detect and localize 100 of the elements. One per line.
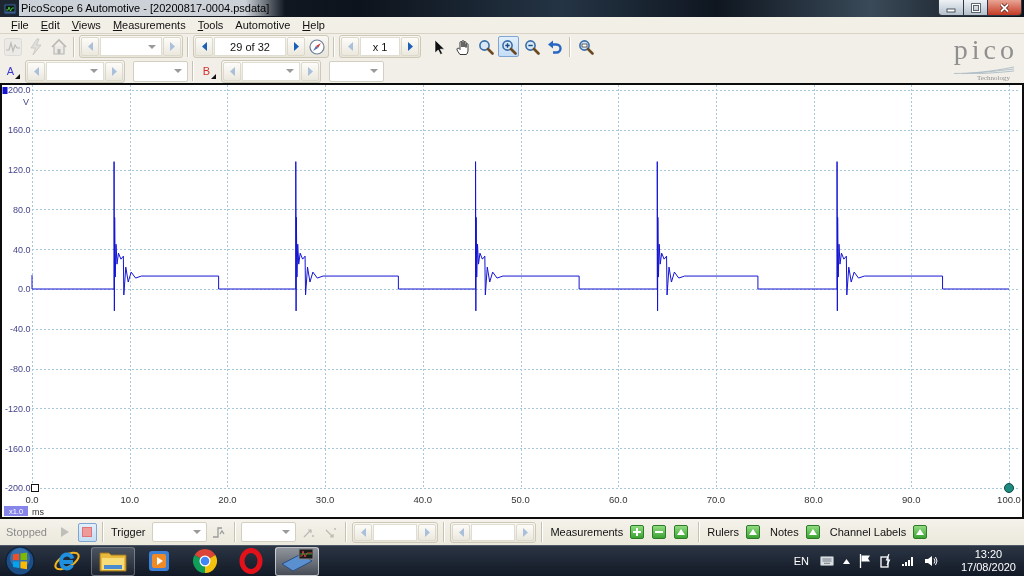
- corner-triangle-icon: [211, 73, 216, 79]
- zoom-in-button[interactable]: [498, 36, 519, 57]
- menu-item[interactable]: File: [5, 18, 35, 32]
- play-icon: [61, 527, 70, 537]
- corner-triangle-icon: [15, 73, 20, 79]
- menu-item[interactable]: Measurements: [106, 18, 192, 32]
- number-field[interactable]: [471, 523, 516, 541]
- caret-down-icon: [174, 69, 182, 73]
- magnifier-minus-icon: [523, 38, 540, 55]
- scope-device-icon: [279, 548, 315, 574]
- buffer-field[interactable]: 29 of 32: [214, 37, 286, 56]
- square-handle-icon[interactable]: [31, 484, 39, 492]
- ring-logo-icon: [239, 548, 263, 574]
- measurements-label: Measurements: [550, 526, 624, 538]
- x-axis-label: 0.0: [25, 494, 39, 505]
- signal-bars-icon: [900, 556, 915, 566]
- x-axis-label: 20.0: [218, 494, 237, 505]
- panel-toggle-button[interactable]: [913, 525, 928, 539]
- clock-time[interactable]: 13:20: [974, 548, 1003, 561]
- minimize-button[interactable]: [938, 0, 964, 16]
- panel-toggle-button[interactable]: [746, 525, 760, 539]
- x-axis-label: 80.0: [804, 494, 823, 505]
- up-triangle-icon: [842, 558, 850, 564]
- x-axis-unit: ms: [32, 507, 44, 517]
- x-axis-label: 70.0: [706, 494, 726, 505]
- panel-toggle-button[interactable]: [805, 525, 820, 539]
- home-icon: [49, 37, 68, 56]
- right-triangle-icon: [111, 66, 117, 76]
- right-triangle-icon: [407, 42, 413, 51]
- waveform-icon: [3, 37, 22, 56]
- panel-label: Notes: [770, 526, 799, 538]
- close-icon: [999, 2, 1010, 13]
- play-tile-icon: [148, 550, 170, 572]
- menu-item[interactable]: Tools: [191, 18, 230, 32]
- add-measurement-button[interactable]: [630, 525, 645, 539]
- menu-item[interactable]: Views: [65, 18, 107, 32]
- navigator-button[interactable]: [306, 36, 327, 57]
- stop-button[interactable]: [78, 522, 97, 542]
- circle-handle-icon[interactable]: [1004, 483, 1014, 493]
- right-triangle-icon: [522, 527, 528, 537]
- square-marker-icon[interactable]: [2, 87, 8, 94]
- y-axis-label: -80.0: [10, 363, 31, 374]
- y-axis-label: -120.0: [4, 403, 31, 414]
- up-triangle-icon: [749, 529, 757, 535]
- maximize-button[interactable]: [964, 0, 988, 16]
- x-axis-label: 40.0: [413, 494, 433, 505]
- run-status-label: Stopped: [6, 526, 47, 538]
- left-triangle-icon: [360, 527, 366, 537]
- menu-item[interactable]: Help: [296, 18, 331, 32]
- channel-button[interactable]: B: [198, 60, 219, 82]
- x-axis-label: 10.0: [120, 494, 139, 505]
- flag-icon: [858, 554, 871, 568]
- left-triangle-icon: [33, 66, 39, 76]
- caret-down-icon: [282, 530, 291, 534]
- x-axis-label: 50.0: [511, 494, 530, 505]
- trigger-label: Trigger: [111, 526, 146, 538]
- left-triangle-icon: [87, 42, 93, 51]
- caret-down-icon: [370, 69, 378, 73]
- x-axis-label: 30.0: [315, 494, 335, 505]
- next-button[interactable]: [401, 37, 419, 56]
- close-button[interactable]: [988, 0, 1022, 16]
- segmented-circle-icon: [192, 548, 218, 574]
- number-field[interactable]: [373, 523, 418, 541]
- clock-date[interactable]: 17/08/2020: [960, 561, 1016, 574]
- y-axis-label: 120.0: [7, 164, 31, 175]
- magnifier-plus-icon: [500, 38, 517, 55]
- taskbar-button[interactable]: [275, 546, 319, 576]
- next-button[interactable]: [287, 37, 305, 56]
- right-triangle-icon: [169, 42, 175, 51]
- window-title: PicoScope 6 Automotive - [20200817-0004.psdata]: [19, 0, 286, 16]
- caret-down-icon: [193, 530, 202, 534]
- logo-swoosh-icon: [952, 66, 1016, 74]
- compass-icon: [308, 38, 325, 55]
- previous-button[interactable]: [195, 37, 213, 56]
- left-triangle-icon: [458, 527, 464, 537]
- y-axis-label: 0.0: [18, 284, 31, 295]
- menu-item[interactable]: Automotive: [229, 18, 297, 32]
- magnifier-icon: [477, 38, 494, 55]
- up-triangle-icon: [916, 529, 925, 535]
- menu-item[interactable]: Edit: [34, 18, 66, 32]
- caret-down-icon: [286, 69, 294, 73]
- measurements-panel-button[interactable]: [674, 525, 689, 539]
- speaker-icon: [923, 555, 938, 567]
- channel-button[interactable]: A: [2, 60, 23, 82]
- taskbar-button[interactable]: [91, 546, 135, 576]
- right-triangle-icon: [307, 66, 313, 76]
- right-triangle-icon: [293, 42, 299, 51]
- panel-label: Rulers: [707, 526, 739, 538]
- caret-down-icon: [148, 44, 156, 49]
- remove-measurement-button[interactable]: [652, 525, 667, 539]
- zoom-field[interactable]: x 1: [360, 37, 400, 56]
- logo-wordmark: pico: [952, 34, 1018, 66]
- caret-down-icon: [90, 69, 98, 73]
- x-axis-label: 100.0: [997, 494, 1021, 505]
- language-indicator[interactable]: EN: [793, 555, 809, 567]
- left-triangle-icon: [201, 42, 207, 51]
- left-triangle-icon: [347, 42, 353, 51]
- y-axis-label: 160.0: [7, 125, 31, 136]
- left-triangle-icon: [229, 66, 235, 76]
- panel-label: Channel Labels: [829, 526, 907, 538]
